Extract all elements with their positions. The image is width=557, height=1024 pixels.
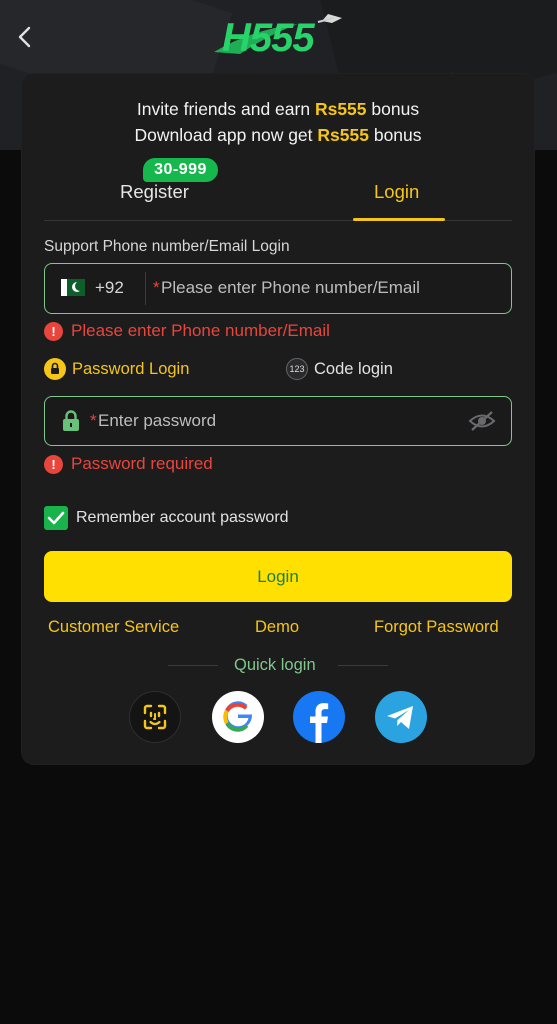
tab-register[interactable]: Register bbox=[120, 181, 189, 203]
password-field[interactable]: * Enter password bbox=[44, 396, 512, 446]
back-arrow-icon[interactable] bbox=[14, 24, 36, 50]
active-tab-indicator bbox=[353, 218, 445, 221]
password-login-label: Password Login bbox=[72, 359, 190, 378]
code-123-icon: 123 bbox=[286, 358, 308, 380]
password-error-text: Password required bbox=[71, 454, 213, 473]
register-bonus-badge: 30-999 bbox=[143, 158, 218, 182]
telegram-icon bbox=[387, 706, 413, 729]
telegram-login-button[interactable] bbox=[375, 691, 427, 743]
face-id-login-button[interactable] bbox=[129, 691, 181, 743]
checkmark-icon bbox=[47, 511, 65, 525]
code-login-label: Code login bbox=[314, 359, 393, 378]
password-login-option[interactable]: Password Login bbox=[44, 358, 189, 380]
face-id-icon bbox=[143, 704, 167, 730]
field-separator bbox=[145, 272, 146, 305]
quick-login-divider-right bbox=[338, 665, 388, 666]
password-required-mark: * bbox=[90, 411, 97, 430]
forgot-password-link[interactable]: Forgot Password bbox=[374, 618, 499, 637]
country-code[interactable]: +92 bbox=[95, 278, 124, 298]
facebook-login-button[interactable] bbox=[293, 691, 345, 743]
login-card: Invite friends and earn Rs555 bonus Down… bbox=[22, 74, 534, 764]
phone-email-input[interactable]: Please enter Phone number/Email bbox=[161, 278, 420, 298]
code-login-option[interactable]: 123 Code login bbox=[286, 358, 393, 380]
google-icon bbox=[223, 701, 253, 732]
lock-badge-icon bbox=[44, 358, 66, 380]
quick-login-divider-left bbox=[168, 665, 218, 666]
quick-login-title: Quick login bbox=[234, 656, 316, 674]
remember-label: Remember account password bbox=[76, 509, 289, 526]
pakistan-flag-icon[interactable] bbox=[61, 279, 85, 296]
remember-password-row[interactable]: Remember account password bbox=[44, 506, 289, 530]
invite-line-2: Download app now get Rs555 bonus bbox=[134, 125, 422, 145]
invite-line-1: Invite friends and earn Rs555 bonus bbox=[136, 99, 420, 119]
app-logo: H555 bbox=[210, 8, 345, 66]
phone-field-label: Support Phone number/Email Login bbox=[44, 238, 290, 255]
error-icon: ! bbox=[44, 321, 63, 341]
phone-error: ! Please enter Phone number/Email bbox=[44, 321, 330, 341]
password-input[interactable]: Enter password bbox=[98, 411, 216, 431]
tab-login[interactable]: Login bbox=[374, 181, 419, 203]
error-icon: ! bbox=[44, 454, 63, 474]
eye-hidden-icon[interactable] bbox=[468, 410, 496, 432]
logo-text: H555 bbox=[222, 16, 315, 60]
phone-error-text: Please enter Phone number/Email bbox=[71, 321, 330, 340]
lock-icon bbox=[63, 410, 79, 431]
remember-checkbox[interactable] bbox=[44, 506, 68, 530]
customer-service-link[interactable]: Customer Service bbox=[48, 618, 179, 637]
facebook-icon bbox=[310, 703, 329, 743]
phone-email-field[interactable]: +92 * Please enter Phone number/Email bbox=[44, 263, 512, 314]
google-login-button[interactable] bbox=[212, 691, 264, 743]
login-button[interactable]: Login bbox=[44, 551, 512, 602]
phone-required-mark: * bbox=[153, 278, 160, 297]
demo-link[interactable]: Demo bbox=[255, 618, 299, 637]
password-error: ! Password required bbox=[44, 454, 213, 474]
